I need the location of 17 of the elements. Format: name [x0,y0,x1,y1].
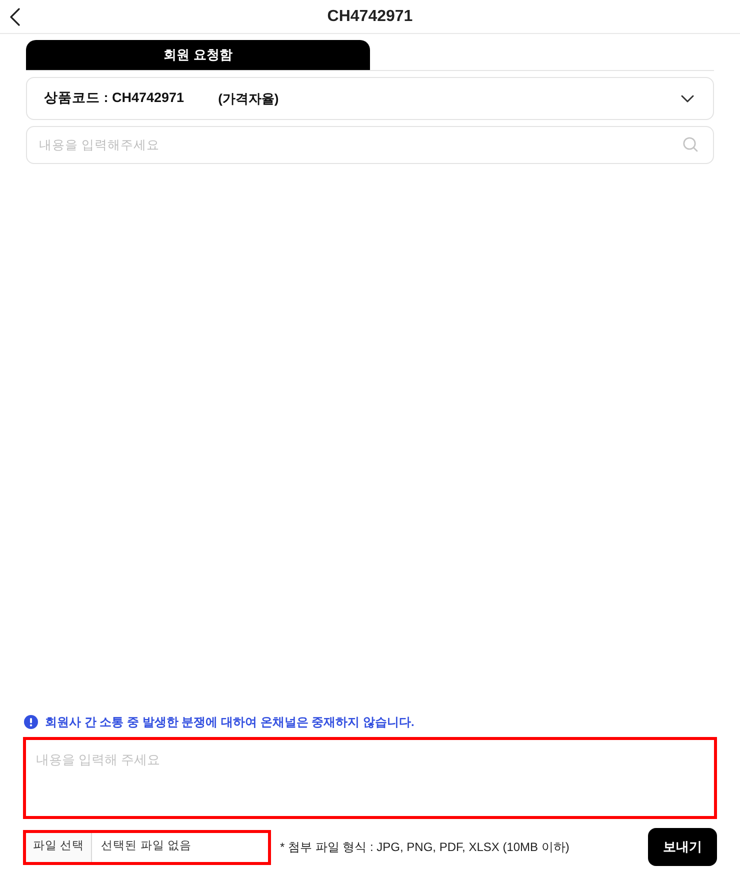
alert-icon [24,715,38,729]
price-note: (가격자율) [218,90,279,108]
notice-text: 회원사 간 소통 중 발생한 분쟁에 대하여 온채널은 중재하지 않습니다. [45,714,414,731]
message-textarea[interactable]: 내용을 입력해 주세요 [23,737,717,819]
product-dropdown[interactable]: 상품코드 : CH4742971 (가격자율) [26,77,714,120]
page-title: CH4742971 [327,8,413,24]
product-code-label: 상품코드 : CH4742971 [44,89,184,108]
file-input-field[interactable]: 파일 선택 선택된 파일 없음 [23,830,271,864]
back-button[interactable] [8,6,22,26]
file-status-text: 선택된 파일 없음 [101,839,192,854]
send-button[interactable]: 보내기 [648,828,717,866]
chevron-left-icon [10,8,20,26]
tab[interactable]: 회원 요청함 [26,40,370,70]
chevron-down-icon [681,94,694,102]
choose-file-button[interactable]: 파일 선택 [26,832,92,862]
search-field[interactable]: 내용을 입력해주세요 [26,126,714,164]
file-format-hint: * 첨부 파일 형식 : JPG, PNG, PDF, XLSX (10MB 이하) [280,839,570,856]
